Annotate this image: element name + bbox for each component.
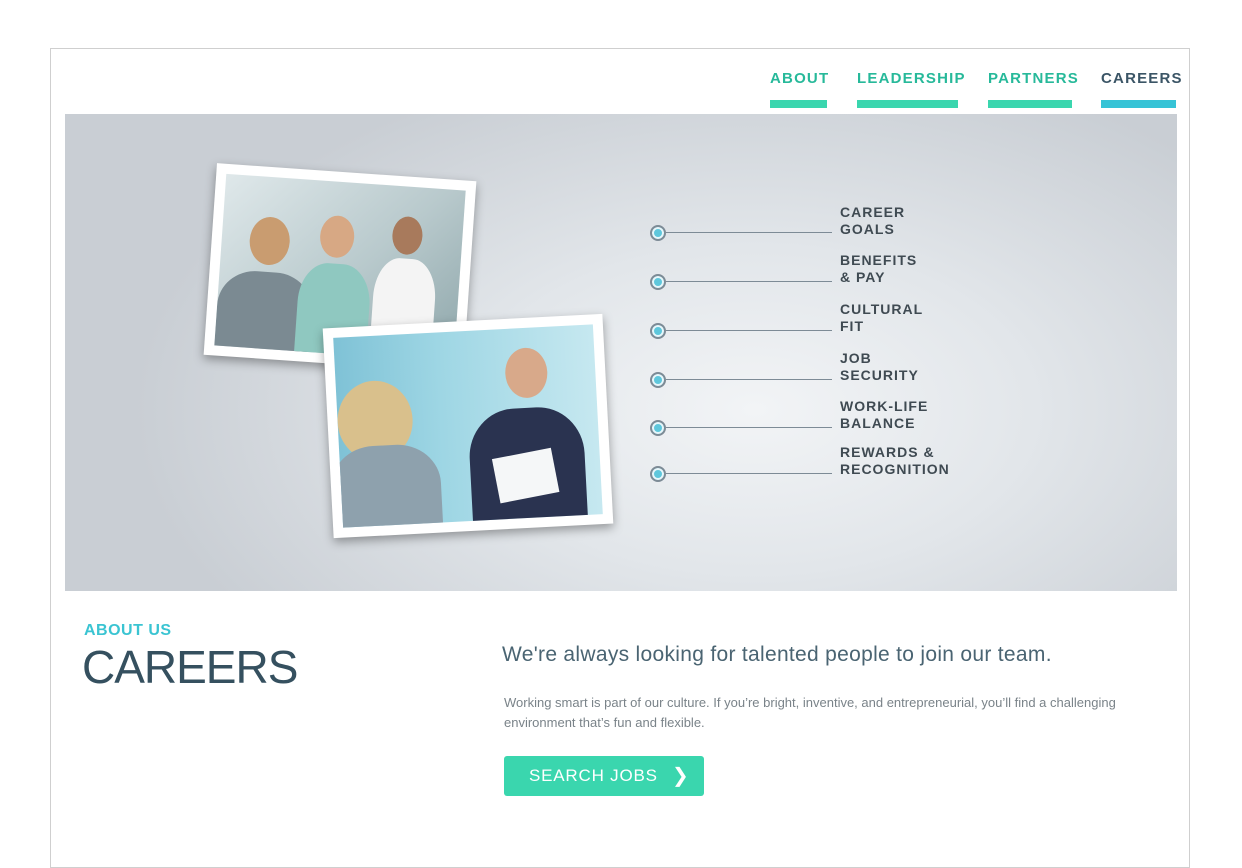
- search-jobs-label: SEARCH JOBS: [529, 766, 658, 785]
- bullet-dot-icon: [650, 372, 666, 388]
- connector-line: [666, 232, 832, 233]
- bullet-dot-icon: [650, 323, 666, 339]
- nav-item-about[interactable]: ABOUT: [770, 70, 830, 108]
- bullet-dot-icon: [650, 274, 666, 290]
- interview-photo: [322, 313, 614, 539]
- person-shape: [248, 215, 292, 267]
- person-shape: [318, 214, 356, 259]
- connector-line: [666, 473, 832, 474]
- hero-banner: CAREER GOALS BENEFITS & PAY CULTURAL FIT…: [65, 114, 1177, 591]
- connector-line: [666, 330, 832, 331]
- nav-underline: [988, 100, 1072, 108]
- hero-item-label: WORK-LIFE BALANCE: [840, 398, 929, 431]
- person-shape: [504, 346, 549, 399]
- nav-item-careers[interactable]: CAREERS: [1101, 70, 1183, 108]
- nav-label: ABOUT: [770, 70, 830, 87]
- body-text: Working smart is part of our culture. If…: [504, 695, 1116, 730]
- hero-item-label: JOB SECURITY: [840, 350, 919, 383]
- nav-item-leadership[interactable]: LEADERSHIP: [857, 70, 966, 108]
- search-jobs-button[interactable]: SEARCH JOBS ❯: [504, 756, 704, 796]
- headline: We're always looking for talented people…: [502, 643, 1052, 666]
- person-shape: [333, 442, 445, 528]
- chevron-right-icon: ❯: [672, 765, 689, 787]
- section-eyebrow: ABOUT US: [84, 622, 172, 639]
- nav-underline: [1101, 100, 1176, 108]
- nav-underline: [857, 100, 958, 108]
- photo-image: [333, 324, 603, 528]
- hero-item-label: CULTURAL FIT: [840, 301, 924, 334]
- connector-line: [666, 281, 832, 282]
- nav-label: PARTNERS: [988, 70, 1079, 87]
- person-shape: [391, 215, 424, 256]
- nav-underline: [770, 100, 827, 108]
- nav-label: CAREERS: [1101, 70, 1183, 87]
- hero-item-label: CAREER GOALS: [840, 204, 906, 237]
- nav-label: LEADERSHIP: [857, 70, 966, 87]
- bullet-dot-icon: [650, 225, 666, 241]
- bullet-dot-icon: [650, 420, 666, 436]
- bullet-dot-icon: [650, 466, 666, 482]
- connector-line: [666, 427, 832, 428]
- page-title: CAREERS: [82, 641, 298, 693]
- nav-item-partners[interactable]: PARTNERS: [988, 70, 1079, 108]
- hero-item-label: REWARDS & RECOGNITION: [840, 444, 950, 477]
- connector-line: [666, 379, 832, 380]
- hero-item-label: BENEFITS & PAY: [840, 252, 918, 285]
